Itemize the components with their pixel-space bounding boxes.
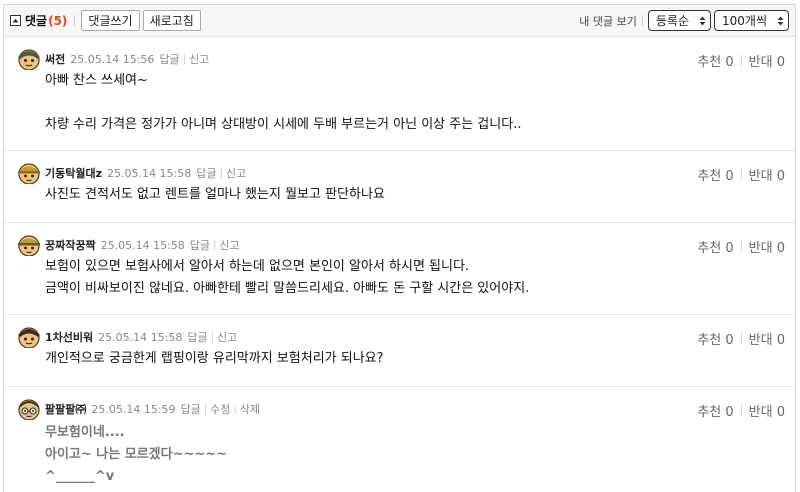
comment-body: 보험이 있으면 보험사에서 알아서 하는데 없으면 본인이 알아서 하시면 됩니…	[45, 256, 529, 300]
avatar-icon[interactable]	[17, 326, 41, 348]
delete-link[interactable]: 삭제	[240, 401, 260, 417]
divider	[740, 241, 742, 252]
divider	[74, 15, 76, 26]
reply-link[interactable]: 답글	[187, 329, 207, 345]
recommend-button[interactable]: 추천 0	[697, 51, 733, 70]
separator: |	[233, 403, 237, 415]
sort-order-select[interactable]: 등록순	[647, 10, 711, 31]
comment-item: 1차선비워 25.05.14 15:58 답글 | 신고 추천 0 반대 0 개…	[4, 315, 795, 387]
comment-line: ^______^v	[45, 469, 115, 484]
comment-header: 기동탁월대z 25.05.14 15:58 답글 | 신고	[17, 161, 246, 185]
comment-line: 금액이 비싸보이진 않네요. 아빠한테 빨리 말씀드리세요. 아빠도 돈 구할 …	[45, 281, 530, 296]
comment-body: 아빠 찬스 쓰세여~ 차량 수리 가격은 정가가 아니며 상대방이 시세에 두배…	[45, 70, 521, 136]
comment-body: 개인적으로 궁금한게 랩핑이랑 유리막까지 보험처리가 되나요?	[45, 348, 384, 370]
comment-item: 써전 25.05.14 15:56 답글 | 신고 추천 0 반대 0 아빠 찬…	[4, 37, 795, 151]
comment-line	[45, 92, 521, 114]
page-size-select[interactable]: 100개씩	[714, 10, 789, 31]
report-link[interactable]: 신고	[217, 329, 237, 345]
select-arrows-icon	[777, 16, 784, 26]
oppose-button[interactable]: 반대 0	[749, 237, 785, 256]
vote-area: 추천 0 반대 0	[697, 329, 785, 348]
comment-date: 25.05.14 15:59	[91, 402, 176, 416]
toolbar-right: 내 댓글 보기 등록순 100개씩	[579, 10, 789, 31]
comment-item: 기동탁월대z 25.05.14 15:58 답글 | 신고 추천 0 반대 0 …	[4, 151, 795, 223]
vote-area: 추천 0 반대 0	[697, 51, 785, 70]
oppose-button[interactable]: 반대 0	[749, 165, 785, 184]
comment-line: 차량 수리 가격은 정가가 아니며 상대방이 시세에 두배 부르는거 아닌 이상…	[45, 117, 522, 132]
divider	[641, 15, 643, 26]
reply-link[interactable]: 답글	[196, 165, 216, 181]
separator: |	[219, 167, 223, 179]
comment-date: 25.05.14 15:58	[100, 238, 185, 252]
toolbar-left: 댓글 (5) 댓글쓰기 새로고침	[10, 10, 201, 31]
comment-author[interactable]: 써전	[45, 51, 65, 67]
recommend-button[interactable]: 추천 0	[697, 329, 733, 348]
comment-author[interactable]: 꿍짜작꿍짝	[45, 237, 96, 253]
separator: |	[203, 403, 208, 415]
vote-area: 추천 0 반대 0	[697, 401, 785, 420]
recommend-button[interactable]: 추천 0	[697, 401, 733, 420]
divider	[740, 405, 742, 416]
comment-section: 댓글 (5) 댓글쓰기 새로고침 내 댓글 보기 등록순 100개씩 써전 25…	[3, 4, 796, 492]
reply-link[interactable]: 답글	[159, 51, 179, 67]
comment-header: 1차선비워 25.05.14 15:58 답글 | 신고	[17, 325, 237, 349]
oppose-button[interactable]: 반대 0	[749, 401, 785, 420]
avatar-icon[interactable]	[17, 398, 41, 420]
comment-toolbar: 댓글 (5) 댓글쓰기 새로고침 내 댓글 보기 등록순 100개씩	[4, 5, 795, 37]
edit-link[interactable]: 수정	[210, 401, 230, 417]
comment-item: 팔팔팔㈜ 25.05.14 15:59 답글 | 수정 | 삭제 추천 0 반대…	[4, 387, 795, 492]
reply-link[interactable]: 답글	[190, 237, 210, 253]
comment-item: 꿍짜작꿍짝 25.05.14 15:58 답글 | 신고 추천 0 반대 0 보…	[4, 223, 795, 315]
comment-header: 꿍짜작꿍짝 25.05.14 15:58 답글 | 신고	[17, 233, 240, 257]
divider	[740, 55, 742, 66]
collapse-toggle-icon[interactable]	[10, 15, 21, 26]
comment-date: 25.05.14 15:56	[70, 52, 155, 66]
avatar-icon[interactable]	[17, 234, 41, 256]
comment-author[interactable]: 1차선비워	[45, 329, 93, 345]
comment-label[interactable]: 댓글	[25, 12, 47, 29]
write-comment-button[interactable]: 댓글쓰기	[81, 10, 140, 31]
comment-header: 써전 25.05.14 15:56 답글 | 신고	[17, 47, 209, 71]
oppose-button[interactable]: 반대 0	[749, 329, 785, 348]
vote-area: 추천 0 반대 0	[697, 237, 785, 256]
comment-date: 25.05.14 15:58	[98, 330, 183, 344]
recommend-button[interactable]: 추천 0	[697, 237, 733, 256]
sort-order-value: 등록순	[655, 14, 689, 28]
page-size-value: 100개씩	[722, 14, 767, 28]
comment-line: 무보험이네....	[45, 425, 125, 440]
comment-header: 팔팔팔㈜ 25.05.14 15:59 답글 | 수정 | 삭제	[17, 397, 260, 421]
divider	[740, 333, 742, 344]
divider	[740, 169, 742, 180]
separator: |	[213, 239, 217, 251]
recommend-button[interactable]: 추천 0	[697, 165, 733, 184]
comment-line: 아빠 찬스 쓰세여~	[45, 73, 148, 88]
separator: |	[182, 53, 187, 65]
report-link[interactable]: 신고	[226, 165, 246, 181]
comment-body: 사진도 견적서도 없고 렌트를 얼마나 했는지 뭘보고 판단하나요	[45, 184, 385, 206]
refresh-button[interactable]: 새로고침	[142, 10, 201, 31]
avatar-icon[interactable]	[17, 48, 41, 70]
my-comments-link[interactable]: 내 댓글 보기	[579, 13, 637, 29]
reply-link[interactable]: 답글	[181, 401, 201, 417]
comment-date: 25.05.14 15:58	[107, 166, 192, 180]
select-arrows-icon	[699, 16, 706, 26]
comment-line: 사진도 견적서도 없고 렌트를 얼마나 했는지 뭘보고 판단하나요	[45, 187, 385, 202]
comment-author[interactable]: 기동탁월대z	[45, 165, 102, 181]
report-link[interactable]: 신고	[219, 237, 239, 253]
comment-body: 무보험이네.... 아이고~ 나는 모르겠다~~~~~ ^______^v	[45, 422, 227, 488]
oppose-button[interactable]: 반대 0	[749, 51, 785, 70]
avatar-icon[interactable]	[17, 162, 41, 184]
comment-line: 아이고~ 나는 모르겠다~~~~~	[45, 447, 228, 462]
comment-author[interactable]: 팔팔팔㈜	[45, 401, 86, 417]
comment-line: 개인적으로 궁금한게 랩핑이랑 유리막까지 보험처리가 되나요?	[45, 351, 384, 366]
report-link[interactable]: 신고	[189, 51, 209, 67]
comment-count: (5)	[48, 13, 68, 28]
comment-line: 보험이 있으면 보험사에서 알아서 하는데 없으면 본인이 알아서 하시면 됩니…	[45, 259, 470, 274]
separator: |	[210, 331, 214, 343]
vote-area: 추천 0 반대 0	[697, 165, 785, 184]
